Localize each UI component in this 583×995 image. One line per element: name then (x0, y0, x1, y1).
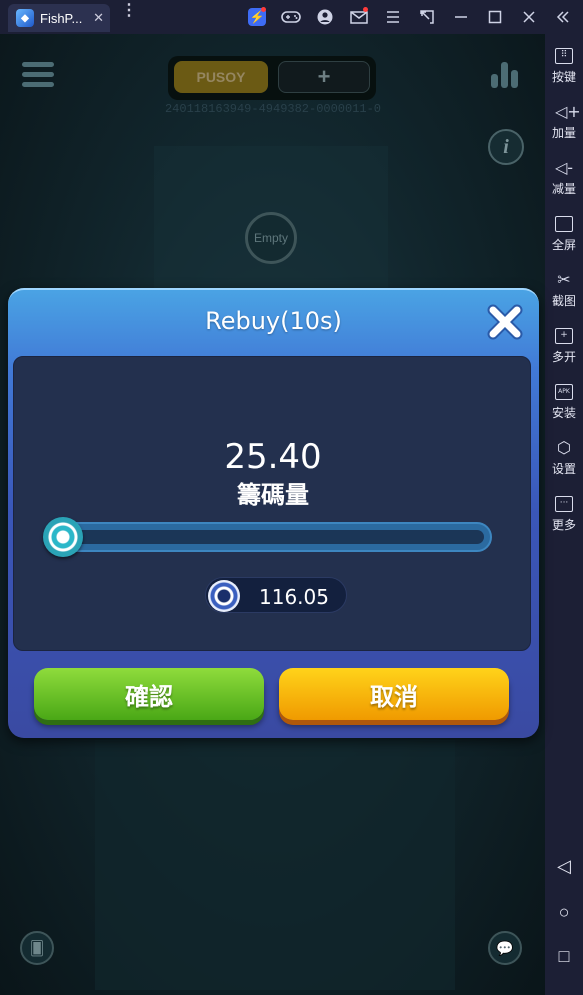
sidebar-item-volume-down[interactable]: ◁- 减量 (545, 160, 583, 197)
close-icon[interactable] (512, 7, 546, 27)
sidebar-item-settings[interactable]: ⬡ 设置 (545, 440, 583, 477)
chip-amount-label: 籌碼量 (237, 481, 309, 509)
title-bar: ◆ FishP... ✕ ⋮ ⚡ (0, 0, 583, 34)
emulator-sidebar: ⠿ 按键 ◁+ 加量 ◁- 减量 全屏 ✂ 截图 + 多开 APK 安装 ⬡ 设… (545, 34, 583, 995)
sidebar-item-label: 更多 (551, 518, 576, 532)
sidebar-item-label: 全屏 (551, 238, 576, 252)
chat-icon[interactable]: 💬 (488, 931, 522, 965)
app-tab[interactable]: ◆ FishP... ✕ (8, 4, 110, 32)
recents-icon[interactable]: □ (545, 946, 583, 967)
back-icon[interactable]: ◁ (545, 856, 583, 877)
keyboard-icon: ⠿ (555, 48, 573, 64)
chip-icon (208, 580, 240, 612)
empty-seat[interactable]: Empty (245, 212, 297, 264)
sidebar-item-volume-up[interactable]: ◁+ 加量 (545, 104, 583, 141)
sidebar-item-install[interactable]: APK 安装 (545, 384, 583, 421)
dialog-body: 25.40 籌碼量 116.05 (13, 356, 531, 651)
balance-display: 116.05 (205, 577, 347, 613)
close-dialog-icon[interactable] (485, 302, 525, 342)
sidebar-item-keymap[interactable]: ⠿ 按键 (545, 48, 583, 85)
sidebar-item-label: 多开 (551, 350, 576, 364)
volume-down-icon: ◁- (555, 158, 574, 177)
apk-install-icon: APK (555, 384, 573, 400)
multi-instance-icon: + (555, 328, 573, 344)
amount-slider-handle[interactable] (43, 517, 83, 557)
sidebar-item-label: 截图 (551, 294, 576, 308)
confirm-button[interactable]: 確認 (34, 668, 264, 720)
collapse-icon[interactable] (546, 7, 580, 27)
sidebar-item-label: 按键 (551, 70, 576, 84)
tab-close-icon[interactable]: ✕ (93, 10, 104, 26)
sidebar-item-label: 加量 (551, 126, 576, 140)
hamburger-menu-icon[interactable] (22, 62, 54, 92)
amount-slider-track[interactable] (54, 522, 492, 552)
rebuy-dialog: Rebuy(10s) 25.40 籌碼量 116.05 確認 取消 (8, 288, 539, 738)
sidebar-item-label: 安装 (551, 406, 576, 420)
minimize-icon[interactable] (444, 7, 478, 27)
scissors-icon: ✂ (557, 270, 571, 289)
settings-icon: ⬡ (557, 438, 571, 457)
maximize-icon[interactable] (478, 7, 512, 27)
volume-up-icon: ◁+ (555, 102, 581, 121)
sidebar-item-multi-instance[interactable]: + 多开 (545, 328, 583, 365)
game-tabs: PUSOY + (168, 56, 376, 100)
menu-icon[interactable] (376, 7, 410, 27)
cancel-button[interactable]: 取消 (279, 668, 509, 720)
cards-icon[interactable]: 🂠 (20, 931, 54, 965)
tab-title: FishP... (40, 10, 83, 26)
add-table-button[interactable]: + (278, 61, 370, 93)
gamepad-icon[interactable] (274, 7, 308, 27)
bolt-icon[interactable]: ⚡ (240, 7, 274, 27)
tab-pusoy[interactable]: PUSOY (174, 61, 268, 93)
home-icon[interactable]: ○ (545, 902, 583, 923)
buy-in-amount: 25.40 (224, 437, 322, 477)
sidebar-item-fullscreen[interactable]: 全屏 (545, 216, 583, 253)
app-icon: ◆ (16, 9, 34, 27)
sidebar-item-label: 减量 (551, 182, 576, 196)
tab-menu-icon[interactable]: ⋮ (121, 3, 137, 19)
player-area (95, 740, 455, 990)
sidebar-item-label: 设置 (551, 462, 576, 476)
info-icon[interactable]: i (488, 129, 524, 165)
fullscreen-icon (555, 216, 573, 232)
balance-value: 116.05 (259, 585, 329, 609)
sidebar-item-screenshot[interactable]: ✂ 截图 (545, 272, 583, 309)
restore-icon[interactable] (410, 7, 444, 27)
more-icon: ··· (555, 496, 573, 512)
stats-icon[interactable] (491, 62, 518, 88)
sidebar-item-more[interactable]: ··· 更多 (545, 496, 583, 533)
user-icon[interactable] (308, 7, 342, 27)
dialog-title: Rebuy(10s) (205, 307, 342, 335)
game-id: 240118163949-4949382-0000011-0 (164, 102, 382, 116)
mail-icon[interactable] (342, 7, 376, 27)
